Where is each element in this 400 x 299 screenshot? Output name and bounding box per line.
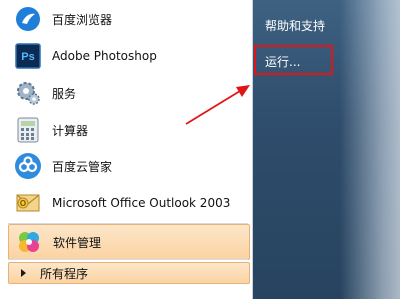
program-item-baidu-browser[interactable]: 百度浏览器 [8,1,250,37]
program-item-outlook[interactable]: O Microsoft Office Outlook 2003 [8,185,250,221]
program-label: 软件管理 [53,235,102,250]
baidu-cloud-icon [14,152,42,180]
program-label: 服务 [52,86,77,101]
calculator-icon [14,116,42,144]
services-gear-icon [14,79,42,107]
svg-text:O: O [20,199,26,208]
program-label: 计算器 [52,123,89,138]
outlook-icon: O [14,189,42,217]
program-label: 百度浏览器 [52,12,113,27]
all-programs-label: 所有程序 [40,266,89,281]
program-item-baidu-cloud[interactable]: 百度云管家 [8,148,250,184]
program-item-calculator[interactable]: 计算器 [8,112,250,148]
program-item-photoshop[interactable]: Ps Adobe Photoshop [8,38,250,74]
background-glare [340,0,400,299]
baidu-browser-icon [14,5,42,33]
program-item-software-manager[interactable]: 软件管理 [8,224,250,260]
program-item-services[interactable]: 服务 [8,75,250,111]
program-label: Adobe Photoshop [52,49,157,63]
photoshop-icon-text: Ps [21,51,34,63]
all-programs-button[interactable]: 所有程序 [8,262,250,284]
help-and-support-link[interactable]: 帮助和支持 [265,17,325,34]
program-label: Microsoft Office Outlook 2003 [52,196,231,210]
right-triangle-icon [21,269,26,277]
separator [8,259,248,260]
program-label: 百度云管家 [52,159,113,174]
software-manager-icon [15,228,43,256]
annotation-highlight-box [254,45,333,75]
photoshop-icon: Ps [14,42,42,70]
program-list-pane: 百度浏览器 Ps Adobe Photoshop 服务 计算器 百度云管家 O … [0,0,253,299]
